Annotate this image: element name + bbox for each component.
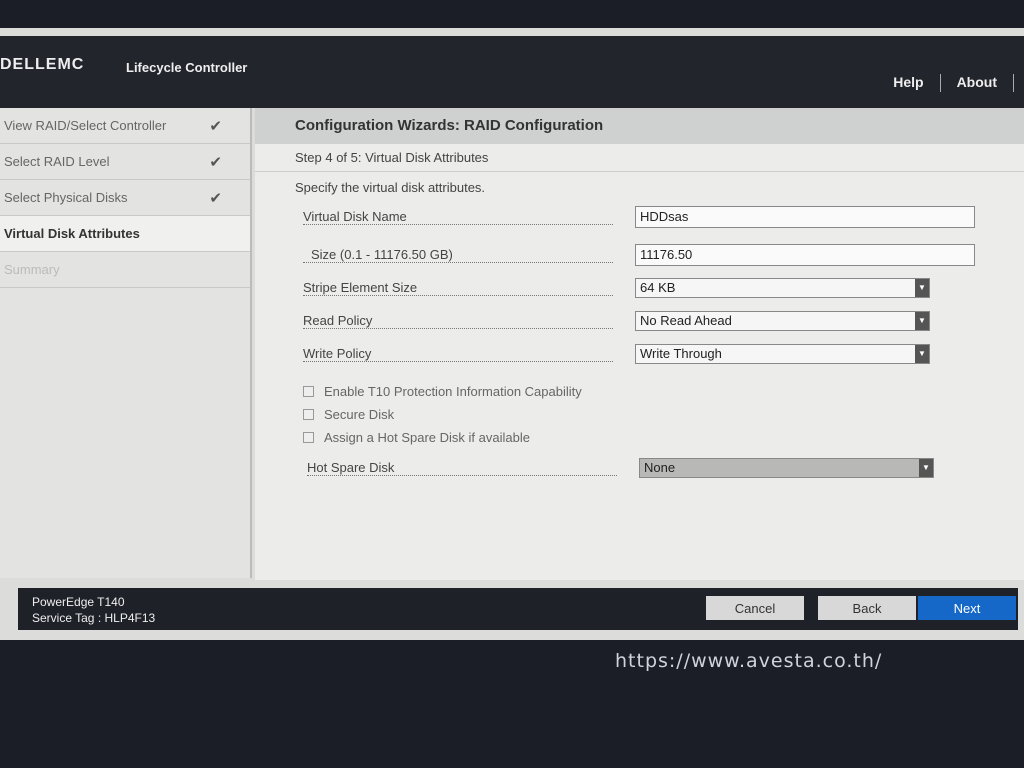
check-icon: ✔ [209,189,222,207]
write-policy-select[interactable]: Write Through ▼ [635,344,930,364]
back-button[interactable]: Back [818,596,916,620]
product-name: Lifecycle Controller [126,60,248,75]
step-label: View RAID/Select Controller [4,118,167,133]
dropdown-arrow-icon: ▼ [915,279,929,297]
write-policy-value: Write Through [640,346,722,361]
hot-spare-select[interactable]: None ▼ [639,458,934,478]
size-label: Size (0.1 - 11176.50 GB) [303,247,613,263]
t10-checkbox[interactable]: Enable T10 Protection Information Capabi… [303,384,582,399]
read-policy-select[interactable]: No Read Ahead ▼ [635,311,930,331]
write-policy-label: Write Policy [303,346,613,362]
about-link[interactable]: About [957,74,997,92]
divider [939,74,941,92]
cancel-button[interactable]: Cancel [706,596,804,620]
page-title: Configuration Wizards: RAID Configuratio… [255,108,1024,144]
step-virtual-disk-attributes: Virtual Disk Attributes [0,216,250,252]
checkbox-icon [303,432,314,443]
step-summary: Summary [0,252,250,288]
dropdown-arrow-icon: ▼ [915,312,929,330]
dropdown-arrow-icon: ▼ [919,459,933,477]
step-label: Select Physical Disks [4,190,128,205]
model-name: PowerEdge T140 [32,595,125,609]
step-view-raid[interactable]: View RAID/Select Controller ✔ [0,108,250,144]
main-panel: Configuration Wizards: RAID Configuratio… [255,108,1024,580]
secure-disk-label: Secure Disk [324,407,395,422]
header: DELLEMC Lifecycle Controller Help About [0,36,1024,108]
help-link[interactable]: Help [893,74,923,92]
dropdown-arrow-icon: ▼ [915,345,929,363]
step-label: Virtual Disk Attributes [4,226,140,241]
read-policy-value: No Read Ahead [640,313,732,328]
wizard-steps: View RAID/Select Controller ✔ Select RAID… [0,108,252,578]
secure-disk-checkbox[interactable]: Secure Disk [303,407,394,422]
lifecycle-controller-screen: DELLEMC Lifecycle Controller Help About … [0,28,1024,640]
service-tag: Service Tag : HLP4F13 [32,611,156,625]
step-label: Select RAID Level [4,154,110,169]
description: Specify the virtual disk attributes. [295,180,486,195]
step-select-physical-disks[interactable]: Select Physical Disks ✔ [0,180,250,216]
stripe-select[interactable]: 64 KB ▼ [635,278,930,298]
check-icon: ✔ [209,153,222,171]
divider [1013,74,1014,92]
vd-name-input[interactable]: HDDsas [635,206,975,228]
dell-emc-logo: DELLEMC [0,56,85,73]
footer-bar: PowerEdge T140 Service Tag : HLP4F13 Canc… [18,588,1018,630]
size-input[interactable]: 11176.50 [635,244,975,266]
hot-spare-value: None [644,460,676,475]
checkbox-icon [303,386,314,397]
read-policy-label: Read Policy [303,313,613,329]
watermark: https://www.avesta.co.th/ [615,650,883,672]
step-indicator: Step 4 of 5: Virtual Disk Attributes [255,144,1024,172]
t10-label: Enable T10 Protection Information Capabi… [324,384,582,399]
step-label: Summary [4,262,60,277]
hot-spare-auto-checkbox[interactable]: Assign a Hot Spare Disk if available [303,430,530,445]
hot-spare-auto-label: Assign a Hot Spare Disk if available [324,430,530,445]
vd-name-label: Virtual Disk Name [303,209,613,225]
next-button[interactable]: Next [918,596,1016,620]
checkbox-icon [303,409,314,420]
check-icon: ✔ [209,117,222,135]
step-select-raid-level[interactable]: Select RAID Level ✔ [0,144,250,180]
hot-spare-label: Hot Spare Disk [307,460,617,476]
stripe-label: Stripe Element Size [303,280,613,296]
stripe-value: 64 KB [640,280,676,295]
